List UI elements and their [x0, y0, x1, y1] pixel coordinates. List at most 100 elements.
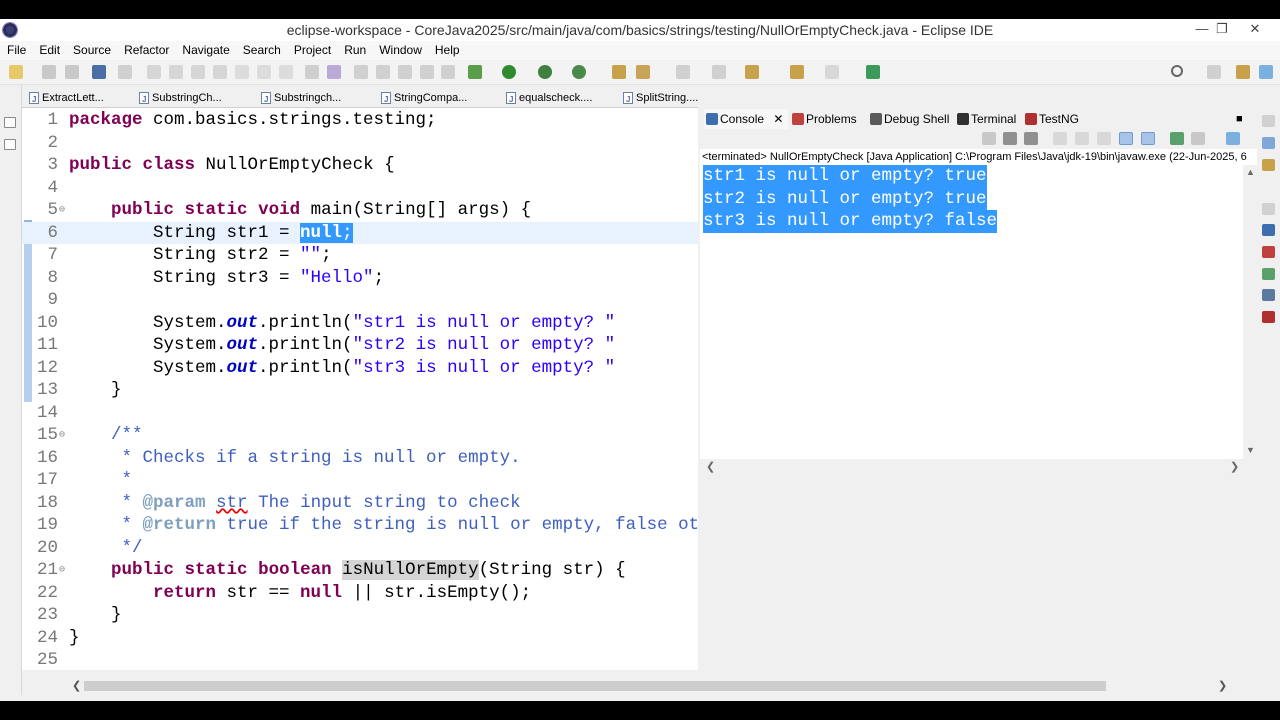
- toggle-breadcrumb-icon[interactable]: [354, 65, 368, 79]
- tab-terminal[interactable]: Terminal: [955, 109, 1016, 129]
- java-perspective-icon[interactable]: [1236, 65, 1250, 79]
- skip-breakpoints-icon[interactable]: [118, 65, 132, 79]
- problems-view-icon[interactable]: [1262, 246, 1275, 258]
- console-vertical-scrollbar[interactable]: ▲ ▼: [1243, 165, 1257, 459]
- clear-console-icon[interactable]: [1053, 132, 1067, 145]
- pin-console-icon[interactable]: [1170, 132, 1184, 145]
- suspend-icon[interactable]: [169, 65, 183, 79]
- save-all-icon[interactable]: [65, 65, 79, 79]
- new-icon[interactable]: [9, 65, 23, 79]
- word-wrap-icon[interactable]: [420, 65, 434, 79]
- open-type-icon[interactable]: [636, 65, 650, 79]
- tab-equalscheck[interactable]: equalscheck....: [503, 89, 592, 107]
- external-tools-icon[interactable]: [572, 65, 586, 79]
- close-window-button[interactable]: ✕: [1240, 19, 1270, 41]
- menu-refactor[interactable]: Refactor: [124, 41, 169, 60]
- tab-splitstring[interactable]: SplitString....: [620, 89, 698, 107]
- debug-icon[interactable]: [468, 65, 482, 79]
- fold-toggle-icon[interactable]: ⊖: [59, 200, 65, 223]
- close-icon[interactable]: ✕: [773, 112, 783, 126]
- scroll-right-icon[interactable]: ❯: [1230, 460, 1239, 473]
- outline-view-icon[interactable]: [1262, 137, 1275, 149]
- console-view-icon[interactable]: [1262, 224, 1275, 236]
- run-icon[interactable]: [502, 65, 516, 79]
- menu-search[interactable]: Search: [243, 41, 281, 60]
- resume-icon[interactable]: [147, 65, 161, 79]
- menu-edit[interactable]: Edit: [39, 41, 60, 60]
- restore-panel-icon[interactable]: [1262, 203, 1275, 215]
- restore-view-icon[interactable]: [1262, 115, 1275, 127]
- menu-window[interactable]: Window: [379, 41, 422, 60]
- block-selection-icon[interactable]: [398, 65, 412, 79]
- scroll-up-icon[interactable]: ▲: [1246, 167, 1255, 177]
- remove-launch-icon[interactable]: [1003, 132, 1017, 145]
- menu-navigate[interactable]: Navigate: [182, 41, 229, 60]
- back-icon[interactable]: [790, 65, 804, 79]
- scroll-left-icon[interactable]: ❮: [706, 460, 715, 473]
- disconnect-icon[interactable]: [213, 65, 227, 79]
- scroll-right-icon[interactable]: ❯: [1218, 678, 1227, 694]
- tab-stringcompa[interactable]: StringCompa...: [378, 89, 467, 107]
- code-editor[interactable]: 1 package com.basics.strings.testing; 2 3…: [22, 108, 698, 670]
- menu-run[interactable]: Run: [344, 41, 366, 60]
- save-icon[interactable]: [42, 65, 56, 79]
- mark-occurrences-icon[interactable]: [376, 65, 390, 79]
- scroll-lock-icon[interactable]: [1075, 132, 1089, 145]
- show-stderr-icon[interactable]: [1141, 132, 1155, 145]
- remove-all-launches-icon[interactable]: [1024, 132, 1038, 145]
- console-horizontal-scrollbar[interactable]: ❮ ❯: [700, 459, 1243, 475]
- scroll-left-icon[interactable]: ❮: [72, 678, 81, 694]
- open-console-icon[interactable]: [1226, 132, 1240, 145]
- code-line: 19 * @return true if the string is null …: [36, 515, 698, 535]
- use-step-filters-icon[interactable]: [327, 65, 341, 79]
- terminal-icon[interactable]: [92, 65, 106, 79]
- declaration-view-icon[interactable]: [1262, 289, 1275, 301]
- tab-console[interactable]: Console ✕: [704, 109, 788, 129]
- console-output[interactable]: str1 is null or empty? true str2 is null…: [700, 165, 1243, 459]
- forward-icon[interactable]: [825, 65, 839, 79]
- menu-project[interactable]: Project: [294, 41, 331, 60]
- java-file-icon: [623, 91, 633, 107]
- outline-icon[interactable]: [4, 139, 16, 150]
- drop-to-frame-icon[interactable]: [305, 65, 319, 79]
- terminate-icon[interactable]: [191, 65, 205, 79]
- step-into-icon[interactable]: [235, 65, 249, 79]
- new-java-project-icon[interactable]: [612, 65, 626, 79]
- show-stdout-icon[interactable]: [1119, 132, 1133, 145]
- fold-toggle-icon[interactable]: ⊖: [59, 425, 65, 448]
- menu-file[interactable]: File: [7, 41, 26, 60]
- menu-help[interactable]: Help: [435, 41, 460, 60]
- restore-button[interactable]: ❐: [1207, 19, 1237, 41]
- tab-debug-shell[interactable]: Debug Shell: [868, 109, 949, 129]
- fold-toggle-icon[interactable]: ⊖: [59, 560, 65, 583]
- open-perspective-icon[interactable]: [1207, 65, 1221, 79]
- word-wrap-console-icon[interactable]: [1097, 132, 1111, 145]
- package-explorer-icon[interactable]: [4, 117, 16, 128]
- display-console-icon[interactable]: [1191, 132, 1205, 145]
- javadoc-view-icon[interactable]: [1262, 268, 1275, 280]
- editor-horizontal-scrollbar[interactable]: ❮ ❯: [70, 678, 1230, 694]
- tab-testng[interactable]: TestNG: [1023, 109, 1079, 129]
- scroll-down-icon[interactable]: ▼: [1246, 445, 1255, 455]
- next-annotation-icon[interactable]: [712, 65, 726, 79]
- title-bar: eclipse-workspace - CoreJava2025/src/mai…: [0, 19, 1280, 41]
- show-whitespace-icon[interactable]: [441, 65, 455, 79]
- step-over-icon[interactable]: [257, 65, 271, 79]
- coverage-icon[interactable]: [538, 65, 552, 79]
- debug-perspective-icon[interactable]: [1259, 65, 1273, 79]
- tab-substringch[interactable]: SubstringCh...: [136, 89, 222, 107]
- tab-extractlett[interactable]: ExtractLett...: [26, 89, 104, 107]
- tab-substringch2[interactable]: Substringch...: [258, 89, 341, 107]
- pin-editor-icon[interactable]: [866, 65, 880, 79]
- search-tool-icon[interactable]: [676, 65, 690, 79]
- maximize-panel-icon[interactable]: ■: [1236, 109, 1243, 129]
- task-list-icon[interactable]: [1262, 159, 1275, 171]
- last-edit-icon[interactable]: [745, 65, 759, 79]
- search-icon[interactable]: [1171, 65, 1183, 77]
- step-return-icon[interactable]: [279, 65, 293, 79]
- scroll-thumb[interactable]: [84, 681, 1106, 691]
- testng-view-icon[interactable]: [1262, 311, 1275, 323]
- menu-source[interactable]: Source: [73, 41, 111, 60]
- tab-problems[interactable]: Problems: [790, 109, 857, 129]
- terminate-console-icon[interactable]: [982, 132, 996, 145]
